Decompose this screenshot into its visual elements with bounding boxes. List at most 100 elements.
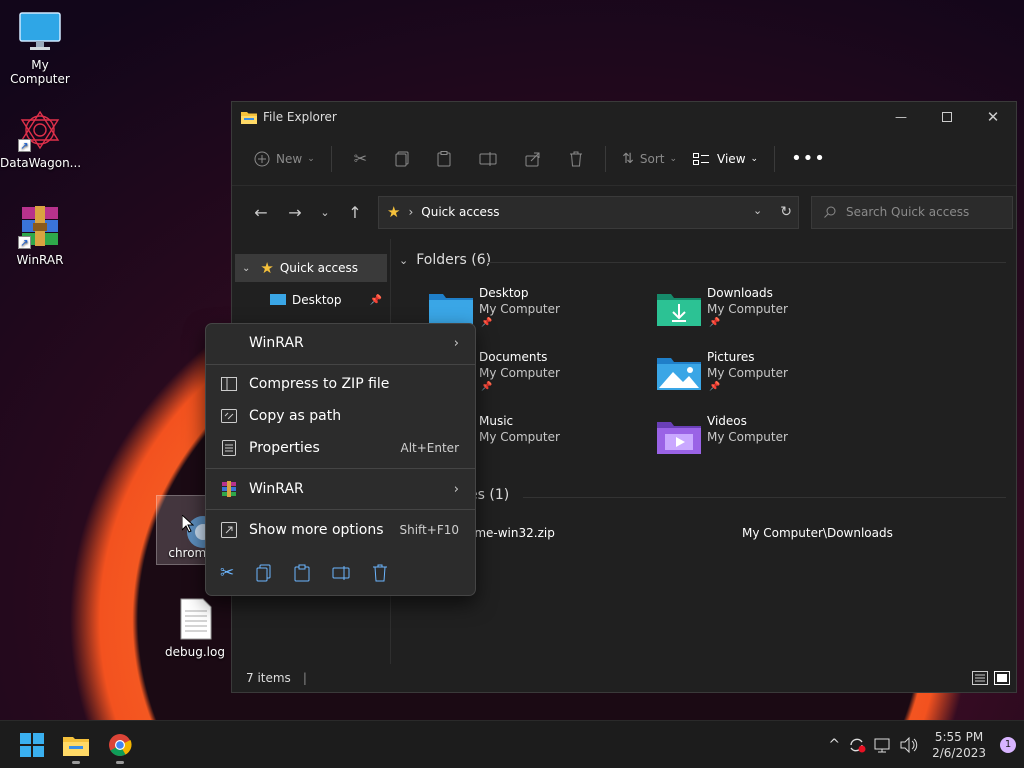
folder-name: Videos <box>707 414 747 428</box>
recent-locations-button[interactable]: ⌄ <box>312 197 338 227</box>
clock[interactable]: 5:55 PM 2/6/2023 <box>932 729 986 761</box>
desktop-icon-label: DataWagon... <box>0 156 82 170</box>
folder-pictures[interactable]: Pictures My Computer 📌 <box>657 350 877 410</box>
menu-item-copy-as-path[interactable]: Copy as path <box>210 401 471 431</box>
network-icon[interactable] <box>874 737 892 753</box>
forward-button[interactable]: → <box>278 197 312 227</box>
menu-item-label: Show more options <box>249 522 384 538</box>
rename-action-button[interactable] <box>332 565 350 581</box>
back-button[interactable]: ← <box>244 197 278 227</box>
mouse-cursor-icon <box>182 515 194 533</box>
folder-location: My Computer <box>707 366 788 380</box>
folder-location: My Computer <box>707 302 788 316</box>
folder-name: Desktop <box>479 286 529 300</box>
nav-item-desktop[interactable]: Desktop 📌 <box>232 286 390 314</box>
paste-action-button[interactable] <box>294 564 310 582</box>
monitor-icon <box>18 10 62 54</box>
chrome-icon <box>108 733 132 757</box>
toolbar-separator <box>330 145 332 172</box>
menu-item-label: WinRAR <box>249 481 304 497</box>
running-indicator <box>116 760 124 764</box>
refresh-button[interactable]: ↻ <box>780 204 792 220</box>
desktop-icon-debug-log[interactable]: debug.log <box>155 597 235 659</box>
notification-badge[interactable]: 1 <box>1000 736 1016 753</box>
chevron-down-icon: ⌄ <box>399 253 409 267</box>
sort-button[interactable]: ⇅ Sort ⌄ <box>614 143 685 175</box>
folder-name: Pictures <box>707 350 755 364</box>
desktop-icon-winrar[interactable]: ↗ WinRAR <box>0 205 80 267</box>
address-dropdown-button[interactable]: ⌄ <box>753 204 762 220</box>
menu-item-properties[interactable]: Properties Alt+Enter <box>210 433 471 463</box>
copy-button[interactable] <box>381 143 423 175</box>
tiles-view-button[interactable] <box>994 671 1010 685</box>
pin-icon: 📌 <box>709 382 721 392</box>
up-button[interactable]: ↑ <box>338 197 372 227</box>
folder-videos[interactable]: Videos My Computer <box>657 414 877 474</box>
folder-downloads[interactable]: Downloads My Computer 📌 <box>657 286 877 346</box>
title-bar[interactable]: File Explorer — ✕ <box>232 102 1016 132</box>
taskbar-chrome[interactable] <box>98 723 142 767</box>
desktop-icon-my-computer[interactable]: My Computer <box>0 10 80 86</box>
section-divider <box>523 497 1006 498</box>
view-button[interactable]: View ⌄ <box>685 143 766 175</box>
maximize-button[interactable] <box>924 102 970 132</box>
menu-item-winrar[interactable]: WinRAR › <box>210 474 471 504</box>
close-button[interactable]: ✕ <box>970 102 1016 132</box>
show-hidden-icons-button[interactable]: ^ <box>828 737 840 753</box>
file-name: ome-win32.zip <box>467 526 555 540</box>
pictures-folder-icon <box>657 354 701 390</box>
more-options-button[interactable]: ••• <box>783 143 834 175</box>
context-menu: WinRAR › Compress to ZIP file Copy as pa… <box>205 323 476 596</box>
desktop-icon-datawagon[interactable]: ↗ DataWagon... <box>0 108 82 170</box>
share-button[interactable] <box>511 143 555 175</box>
status-divider: | <box>302 671 307 685</box>
paste-button[interactable] <box>423 143 465 175</box>
menu-item-compress-zip[interactable]: Compress to ZIP file <box>210 369 471 399</box>
minimize-icon: — <box>895 110 907 124</box>
windows-logo-icon <box>20 732 44 757</box>
volume-icon[interactable] <box>900 736 918 753</box>
chevron-down-icon: ⌄ <box>750 153 759 164</box>
address-bar[interactable]: ★ › Quick access ⌄ ↻ <box>378 195 799 229</box>
scissors-icon: ✂ <box>353 149 368 168</box>
running-indicator <box>72 760 80 764</box>
delete-action-button[interactable] <box>372 564 388 582</box>
new-button[interactable]: New ⌄ <box>246 143 323 175</box>
folder-location: My Computer <box>479 366 560 380</box>
context-menu-quick-actions: ✂ <box>210 558 471 588</box>
show-more-icon <box>221 522 237 538</box>
cut-button[interactable]: ✂ <box>340 143 381 175</box>
pin-icon: 📌 <box>709 318 721 328</box>
clipboard-icon <box>437 150 451 167</box>
menu-item-winrar-top[interactable]: WinRAR › <box>210 328 471 358</box>
sync-alert-icon[interactable] <box>848 737 866 753</box>
pin-icon: 📌 <box>481 382 493 392</box>
desktop-icon-label: debug.log <box>165 645 225 659</box>
star-icon: ★ <box>387 203 401 221</box>
details-view-button[interactable] <box>972 671 988 685</box>
cut-action-button[interactable]: ✂ <box>220 563 234 583</box>
datawagon-logo-icon: ↗ <box>18 108 62 152</box>
start-button[interactable] <box>10 723 54 767</box>
folders-section-header[interactable]: ⌄ Folders (6) <box>399 252 491 268</box>
view-list-icon <box>693 152 710 165</box>
copy-action-button[interactable] <box>256 564 272 582</box>
file-location: My Computer\Downloads <box>742 526 893 540</box>
minimize-button[interactable]: — <box>878 102 924 132</box>
close-icon: ✕ <box>986 108 1000 126</box>
chevron-down-icon: ⌄ <box>307 153 315 164</box>
ellipsis-icon: ••• <box>791 148 826 169</box>
recent-file-row[interactable]: ome-win32.zip My Computer\Downloads <box>467 526 1007 546</box>
file-explorer-icon <box>241 110 257 124</box>
menu-item-show-more-options[interactable]: Show more options Shift+F10 <box>210 515 471 545</box>
chevron-down-icon: ⌄ <box>242 262 251 274</box>
taskbar-file-explorer[interactable] <box>54 723 98 767</box>
rename-button[interactable] <box>465 143 511 175</box>
arrow-up-icon: ↑ <box>348 202 362 222</box>
desktop-folder-icon <box>270 294 286 306</box>
search-input[interactable] <box>846 205 996 219</box>
nav-item-quick-access[interactable]: ⌄ ★ Quick access <box>235 254 387 282</box>
delete-button[interactable] <box>555 143 597 175</box>
search-icon <box>824 206 836 218</box>
search-box[interactable] <box>811 195 1013 229</box>
